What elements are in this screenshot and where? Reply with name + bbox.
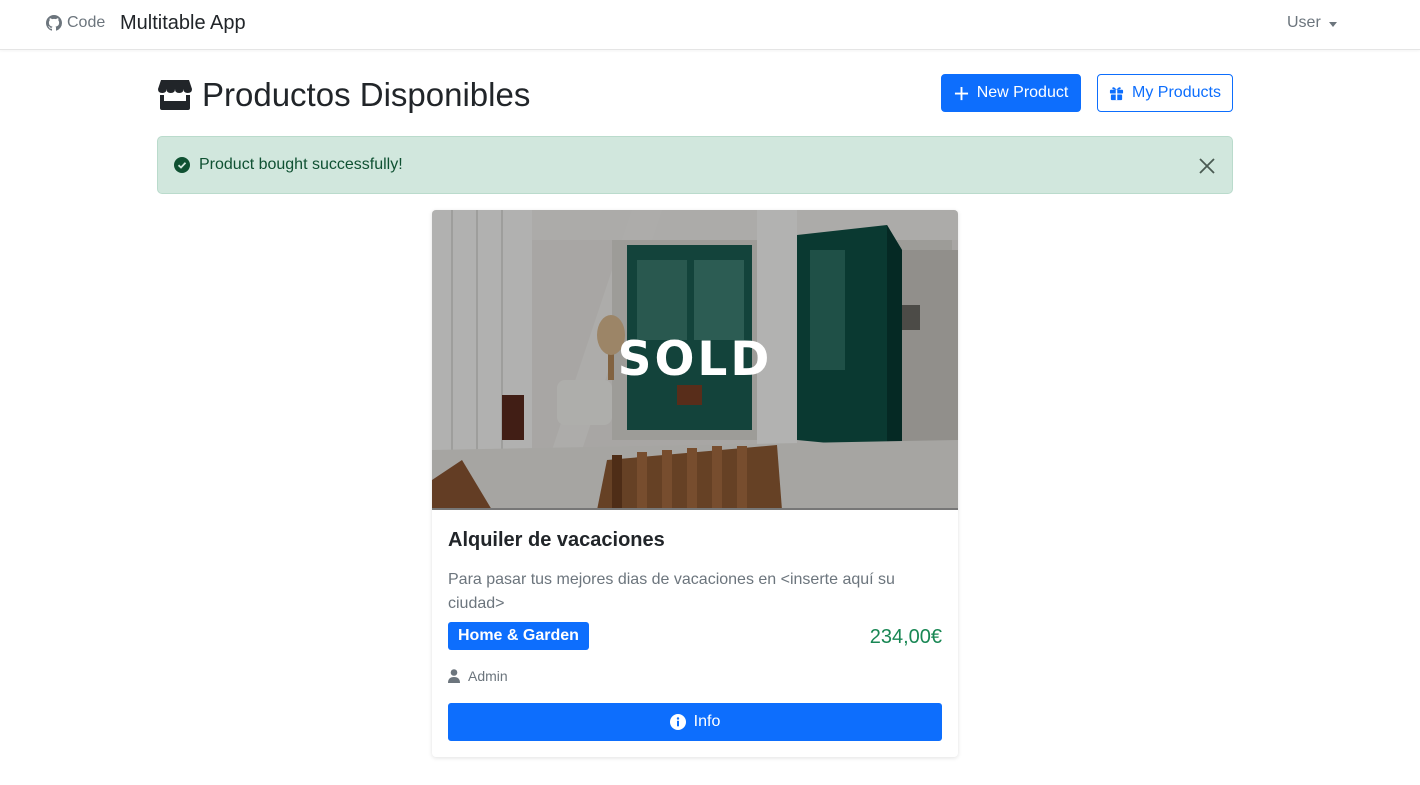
product-price: 234,00€ — [869, 626, 942, 648]
product-title: Alquiler de vacaciones — [448, 529, 665, 551]
info-circle-icon — [669, 714, 686, 730]
user-dropdown[interactable]: User — [1287, 14, 1337, 32]
code-label: Code — [67, 14, 106, 31]
sold-overlay: SOLD — [432, 210, 958, 508]
app-brand[interactable]: Multitable App — [120, 12, 246, 35]
user-icon — [448, 669, 460, 683]
my-products-button[interactable]: My Products — [1097, 74, 1233, 112]
sold-label: SOLD — [617, 331, 773, 387]
check-circle-icon — [174, 157, 190, 173]
new-product-label: New Product — [976, 84, 1069, 101]
store-icon — [158, 80, 192, 110]
category-badge: Home & Garden — [448, 622, 589, 650]
close-icon[interactable] — [1198, 157, 1216, 175]
github-icon — [46, 15, 62, 31]
owner-name: Admin — [468, 668, 508, 684]
info-button[interactable]: Info — [448, 703, 942, 741]
product-owner: Admin — [448, 668, 508, 684]
user-label: User — [1287, 14, 1321, 31]
page-title: Productos Disponibles — [158, 76, 530, 114]
new-product-button[interactable]: New Product — [941, 74, 1081, 112]
alert-message: Product bought successfully! — [199, 156, 403, 173]
caret-down-icon — [1328, 21, 1337, 27]
page-title-text: Productos Disponibles — [202, 76, 531, 113]
success-alert: Product bought successfully! — [157, 136, 1233, 194]
gift-icon — [1109, 86, 1124, 100]
my-products-label: My Products — [1132, 84, 1221, 101]
info-label: Info — [693, 713, 721, 730]
product-card: SOLD Alquiler de vacaciones Para pasar t… — [432, 210, 958, 757]
code-link[interactable]: Code — [46, 14, 105, 32]
product-image: SOLD — [432, 210, 958, 510]
navbar: Code Multitable App User — [0, 0, 1420, 50]
product-description: Para pasar tus mejores dias de vacacione… — [448, 571, 895, 612]
plus-icon — [954, 86, 968, 100]
